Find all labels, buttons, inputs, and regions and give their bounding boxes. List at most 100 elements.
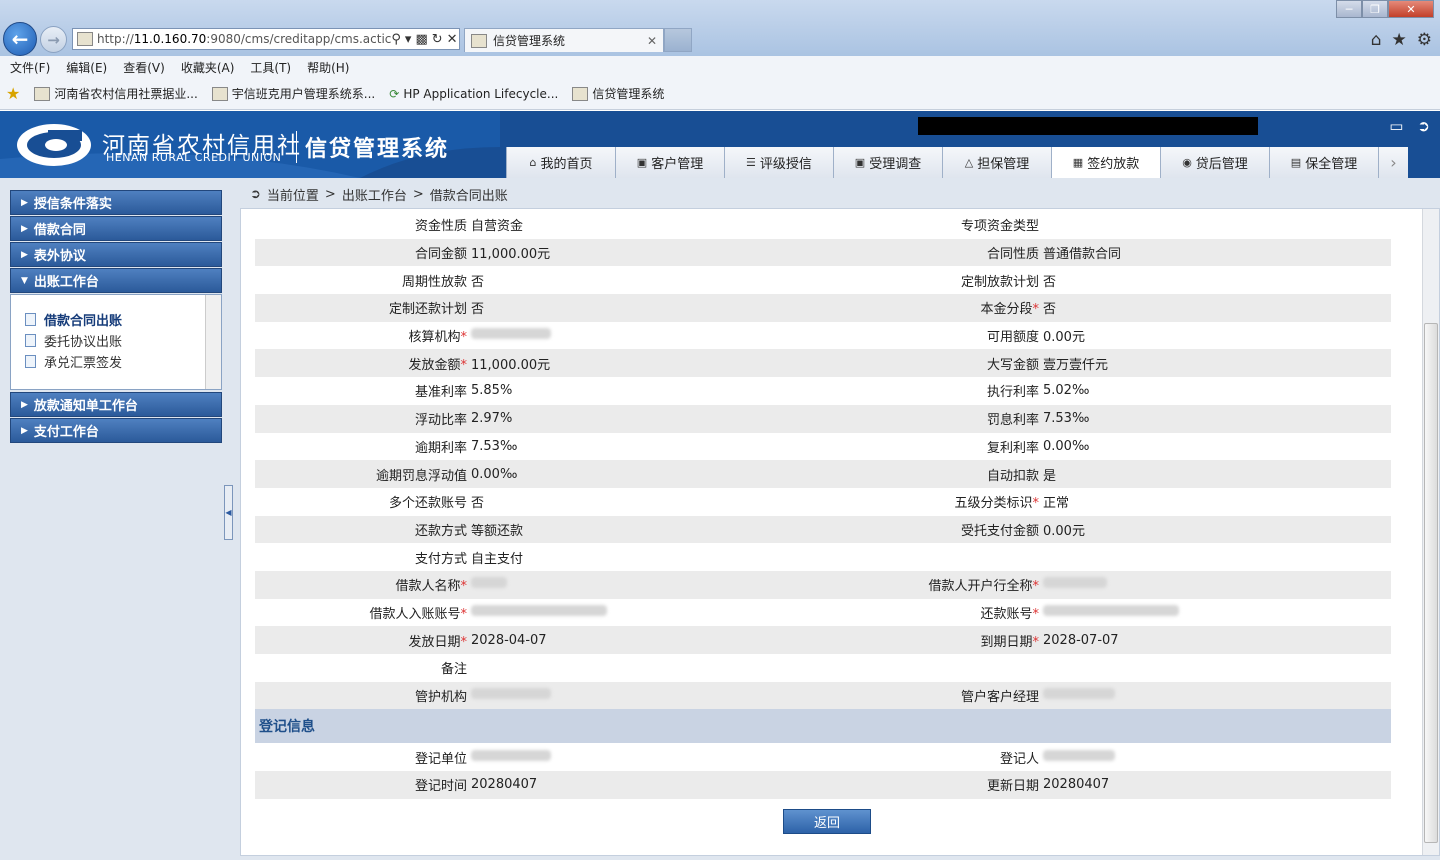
field-value: 自营资金: [471, 219, 524, 235]
sidebar-submenu: 借款合同出账 委托协议出账 承兑汇票签发: [10, 294, 222, 390]
favorite-link[interactable]: 信贷管理系统: [572, 85, 664, 102]
stop-icon[interactable]: ✕: [447, 32, 458, 47]
forward-arrow-icon[interactable]: →: [40, 26, 67, 53]
tab-post-loan[interactable]: ◉ 贷后管理: [1160, 147, 1269, 178]
form-row: 登记单位 登记人: [255, 743, 1391, 771]
sidebar-group-credit-conditions[interactable]: ▶ 授信条件落实: [10, 190, 222, 215]
tab-rating[interactable]: ☰ 评级授信: [724, 147, 833, 178]
redacted-value: [471, 688, 551, 700]
tab-survey[interactable]: ▣ 受理调查: [833, 147, 942, 178]
menu-favorites[interactable]: 收藏夹(A): [181, 59, 235, 76]
browser-tab[interactable]: 信贷管理系统 ✕: [464, 28, 664, 52]
sidebar-group-disbursement-workbench[interactable]: ▼ 出账工作台: [10, 268, 222, 293]
form-row: 浮动比率 2.97% 罚息利率 7.53‰: [255, 404, 1391, 433]
sidebar-group-loan-notice[interactable]: ▶ 放款通知单工作台: [10, 392, 222, 417]
caret-right-icon: ▶: [21, 223, 28, 234]
back-button[interactable]: 返回: [783, 809, 871, 834]
field-label-text: 合同性质: [986, 247, 1039, 263]
sidebar-item-entrusted-disbursement[interactable]: 委托协议出账: [11, 330, 221, 351]
dropdown-icon[interactable]: ▾: [405, 32, 412, 47]
sidebar-item-loan-contract-disbursement[interactable]: 借款合同出账: [11, 309, 221, 330]
new-tab-button[interactable]: [664, 28, 692, 52]
collapse-sidebar-handle[interactable]: ◀: [224, 485, 233, 540]
contract-icon: ▦: [1072, 156, 1084, 169]
star-icon[interactable]: ★: [1392, 30, 1407, 50]
redacted-value: [471, 328, 551, 340]
refresh-icon[interactable]: ↻: [432, 32, 443, 47]
required-marker: *: [460, 579, 468, 595]
tab-customer[interactable]: ▣ 客户管理: [615, 147, 724, 178]
form-row: 还款方式 等额还款 受托支付金额 0.00元: [255, 515, 1391, 544]
favorite-link[interactable]: 宇信班克用户管理系统系...: [211, 85, 376, 102]
caret-right-icon: ▶: [21, 197, 28, 208]
tab-label: 签约放款: [1087, 157, 1140, 172]
submenu-scrollbar[interactable]: [205, 295, 221, 389]
field-value: 自主支付: [471, 551, 524, 567]
compat-icon[interactable]: ▩: [415, 32, 427, 47]
favorite-link[interactable]: 河南省农村信用社票据业...: [34, 85, 198, 102]
field-value: 否: [471, 496, 485, 512]
menu-help[interactable]: 帮助(H): [307, 59, 349, 76]
menu-view[interactable]: 查看(V): [123, 59, 165, 76]
field-value: 否: [471, 274, 485, 290]
page-icon: [471, 33, 487, 48]
section-header-registration: 登记信息: [255, 709, 1391, 744]
field-value: [1043, 604, 1383, 620]
required-marker: *: [1032, 302, 1040, 318]
back-arrow-icon[interactable]: ←: [3, 22, 37, 56]
maximize-icon[interactable]: ❐: [1362, 0, 1388, 18]
field-value: [471, 749, 823, 765]
field-label-text: 多个还款账号: [388, 496, 467, 512]
form-row: 资金性质 自营资金 专项资金类型: [255, 211, 1391, 239]
field-label: 多个还款账号: [255, 492, 471, 511]
sidebar-group-off-balance[interactable]: ▶ 表外协议: [10, 242, 222, 267]
sidebar-item-acceptance-bill[interactable]: 承兑汇票签发: [11, 351, 221, 372]
chevron-right-icon[interactable]: ›: [1378, 147, 1408, 178]
home-icon[interactable]: ⌂: [1371, 30, 1382, 50]
minimize-icon[interactable]: ─: [1336, 0, 1362, 18]
field-label-text: 复利利率: [986, 440, 1039, 456]
tab-guarantee[interactable]: △ 担保管理: [942, 147, 1051, 178]
field-value: 7.53‰: [471, 438, 518, 454]
breadcrumb-item[interactable]: 出账工作台: [342, 185, 407, 204]
field-value: 5.02‰: [1043, 383, 1090, 399]
sidebar-group-payment[interactable]: ▶ 支付工作台: [10, 418, 222, 443]
breadcrumb-label: 当前位置: [266, 189, 319, 204]
field-label-text: 发放日期: [408, 634, 461, 650]
list-icon: ☰: [746, 156, 756, 169]
menu-tools[interactable]: 工具(T): [250, 59, 291, 76]
field-label: 本金分段*: [827, 298, 1043, 317]
close-tab-icon[interactable]: ✕: [647, 34, 657, 48]
gear-icon[interactable]: ⚙: [1417, 30, 1432, 50]
caret-right-icon: ▶: [21, 399, 28, 410]
favorite-label: HP Application Lifecycle...: [403, 86, 559, 101]
field-label-text: 自动扣款: [986, 468, 1039, 484]
close-window-icon[interactable]: ✕: [1388, 0, 1434, 18]
required-marker: *: [1032, 496, 1040, 512]
menu-edit[interactable]: 编辑(E): [66, 59, 107, 76]
tab-preservation[interactable]: ▤ 保全管理: [1269, 147, 1378, 178]
field-label: 基准利率: [255, 381, 471, 400]
address-bar[interactable]: http:// 11.0.160.70 :9080/cms/creditapp/…: [72, 28, 460, 50]
sidebar-item-label: 借款合同出账: [44, 314, 123, 329]
field-value: [471, 577, 823, 592]
favorite-label: 宇信班克用户管理系统系...: [231, 87, 376, 101]
sidebar-group-loan-contract[interactable]: ▶ 借款合同: [10, 216, 222, 241]
content-scrollbar[interactable]: [1422, 209, 1439, 855]
form-row: 发放金额* 11,000.00元 大写金额 壹万壹仟元: [255, 349, 1391, 378]
document-icon: [25, 313, 36, 326]
search-icon[interactable]: ⚲: [391, 32, 401, 47]
favorite-link[interactable]: ⟳ HP Application Lifecycle...: [389, 87, 558, 101]
preservation-icon: ▤: [1290, 156, 1302, 169]
scrollbar-thumb[interactable]: [1424, 323, 1438, 843]
tab-home[interactable]: ⌂ 我的首页: [506, 147, 615, 178]
favorites-star-icon[interactable]: ★: [6, 84, 20, 103]
field-label: 定制放款计划: [827, 271, 1043, 290]
monitor-icon[interactable]: ▭: [1389, 117, 1403, 135]
field-label: 受托支付金额: [827, 520, 1043, 539]
field-value: [471, 328, 823, 343]
menu-file[interactable]: 文件(F): [10, 59, 50, 76]
survey-icon: ▣: [854, 156, 866, 169]
tab-contract-loan[interactable]: ▦ 签约放款: [1051, 147, 1160, 178]
logout-icon[interactable]: ➲: [1417, 117, 1430, 135]
